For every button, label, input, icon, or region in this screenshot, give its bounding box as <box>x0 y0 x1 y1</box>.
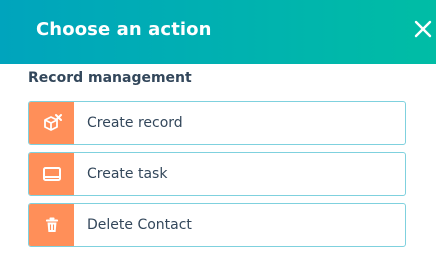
action-chooser-panel: Choose an action Record management Creat… <box>0 0 436 269</box>
create-task-label: Create task <box>87 166 168 182</box>
create-task-icon-box <box>29 153 74 195</box>
close-button[interactable] <box>408 14 436 42</box>
create-task-button[interactable]: Create task <box>28 152 406 196</box>
create-record-icon-box <box>29 102 74 144</box>
create-record-icon <box>43 114 62 131</box>
delete-contact-icon-box <box>29 204 74 246</box>
create-record-button[interactable]: Create record <box>28 101 406 145</box>
delete-contact-label: Delete Contact <box>87 217 192 233</box>
section-heading: Record management <box>28 70 192 86</box>
task-icon <box>42 167 61 181</box>
delete-contact-button[interactable]: Delete Contact <box>28 203 406 247</box>
panel-title: Choose an action <box>36 19 212 40</box>
trash-icon <box>45 217 58 232</box>
close-icon <box>414 20 432 38</box>
create-record-label: Create record <box>87 115 183 131</box>
panel-header: Choose an action <box>0 0 436 64</box>
